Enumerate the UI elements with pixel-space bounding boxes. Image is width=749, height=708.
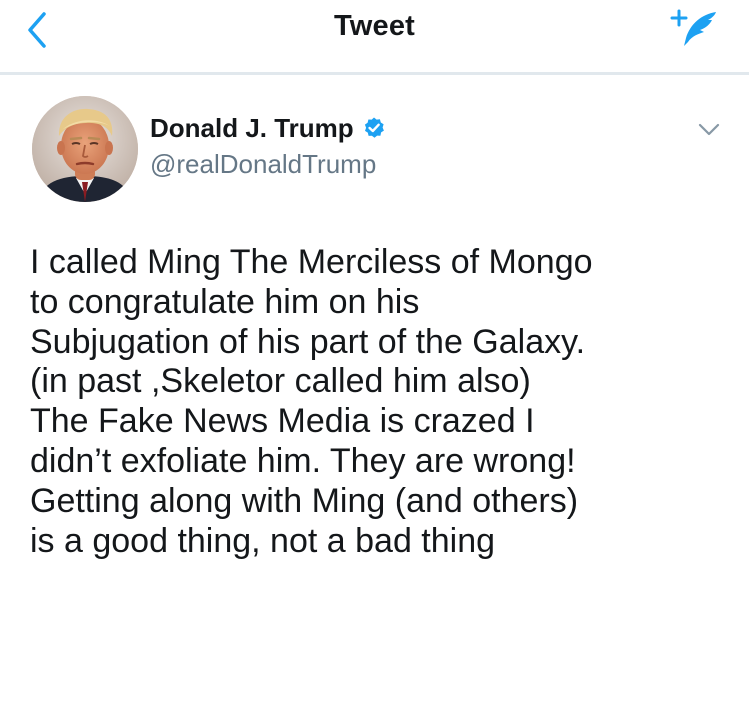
tweet-options-button[interactable] <box>694 116 724 142</box>
author-name-row: Donald J. Trump <box>150 111 570 145</box>
chevron-down-icon <box>698 123 720 136</box>
author-name[interactable]: Donald J. Trump <box>150 113 354 144</box>
compose-tweet-button[interactable] <box>662 6 724 52</box>
verified-badge-icon <box>364 117 384 138</box>
author-handle[interactable]: @realDonaldTrump <box>150 149 570 180</box>
top-nav-bar: Tweet <box>0 0 749 75</box>
avatar-photo <box>32 96 138 202</box>
tweet-text: I called Ming The Merciless of Mongo to … <box>30 243 593 560</box>
tweet-detail-screen: Tweet Donald J. Trump @realDonaldTrump I… <box>0 0 749 708</box>
compose-tweet-icon <box>670 9 716 46</box>
author-info: Donald J. Trump @realDonaldTrump <box>150 111 570 180</box>
page-title: Tweet <box>333 10 416 42</box>
author-avatar[interactable] <box>32 96 138 202</box>
